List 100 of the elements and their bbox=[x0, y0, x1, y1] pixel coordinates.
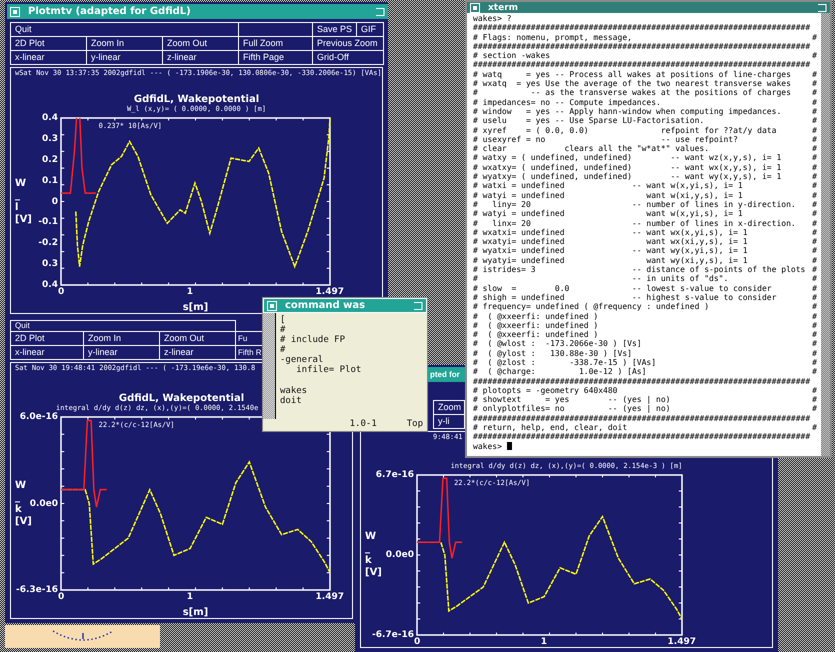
border-char: # bbox=[473, 190, 479, 200]
border-char: # bbox=[473, 172, 479, 182]
terminal-rule: ###################################################################### bbox=[473, 432, 812, 442]
menu-button[interactable]: y-li bbox=[433, 414, 465, 429]
terminal-line: watyi = undefined want w(xi,y,s), i= 1 bbox=[482, 190, 744, 200]
border-char: # bbox=[473, 79, 479, 88]
editor-line: # bbox=[280, 325, 286, 335]
border-char: # bbox=[812, 228, 817, 238]
border-char: # bbox=[473, 386, 479, 396]
terminal-line: watxi = undefined -- want w(x,yi,s), i= 1 bbox=[482, 181, 743, 191]
scroll-position: Top bbox=[406, 419, 423, 429]
window-menu-icon[interactable] bbox=[470, 2, 480, 12]
y-tick-label: 0.4 bbox=[42, 280, 58, 290]
border-char: # bbox=[812, 256, 817, 266]
window-menu-icon[interactable] bbox=[267, 300, 277, 310]
terminal-line: impedances= no -- Compute impedances. bbox=[482, 98, 662, 107]
border-char: # bbox=[812, 88, 817, 98]
menu-button[interactable]: Quit bbox=[10, 22, 239, 37]
border-char: # bbox=[473, 358, 479, 368]
x-tick-label: 0 bbox=[58, 592, 64, 602]
border-char: # bbox=[473, 32, 479, 42]
menu-button[interactable]: Grid-Off bbox=[312, 50, 384, 65]
border-char: # bbox=[473, 404, 479, 414]
x-axis-label: s[m] bbox=[182, 607, 208, 618]
border-char: # bbox=[473, 395, 479, 404]
border-char: # bbox=[812, 144, 817, 154]
maximize-icon[interactable] bbox=[375, 6, 385, 16]
terminal-line: frequency= undefined ( @frequency : undefined ) bbox=[482, 302, 710, 312]
window-menu-icon[interactable] bbox=[10, 6, 20, 16]
border-char: # bbox=[473, 274, 479, 284]
terminal-line: istrides= 3 -- distance of s-points of the plots bbox=[482, 265, 806, 274]
border-char: # bbox=[473, 134, 479, 144]
menu-button[interactable]: Quit bbox=[10, 320, 236, 332]
x-tick-label: 1.497 bbox=[316, 592, 344, 602]
terminal-line: -- in units of "ds". bbox=[630, 274, 728, 284]
border-char: # bbox=[812, 79, 817, 88]
terminal-line: window = yes -- Apply hann-window when computing impedances. bbox=[482, 106, 782, 116]
x-tick-label: 1.497 bbox=[668, 637, 696, 647]
scrollbar[interactable] bbox=[821, 13, 830, 456]
border-char: # bbox=[473, 126, 479, 135]
terminal-line: clear clears all the "w*at*" values. bbox=[482, 144, 710, 154]
y-tick-label: 0.3 bbox=[42, 134, 58, 144]
border-char: # bbox=[812, 218, 817, 228]
border-char: # bbox=[812, 284, 817, 293]
y-tick-label: 0.1 bbox=[42, 176, 58, 186]
scrollbar[interactable] bbox=[263, 313, 276, 419]
x-tick-label: 1 bbox=[186, 287, 194, 297]
border-char: # bbox=[812, 200, 817, 210]
border-char: # bbox=[473, 200, 479, 210]
border-char: # bbox=[812, 386, 817, 396]
terminal-line: linx= 20 -- number of lines in x-direction. bbox=[491, 218, 797, 228]
shell-prompt: wakes> ? bbox=[473, 14, 512, 24]
editor-line: # include FP bbox=[280, 335, 346, 345]
y-tick-label: 0 bbox=[52, 196, 58, 206]
border-char: # bbox=[812, 172, 817, 182]
menu-button[interactable]: x-linear bbox=[10, 345, 84, 360]
terminal-line: wxatxi= undefined -- want wx(x,yi,s), i= 1 bbox=[482, 228, 749, 238]
border-char: # bbox=[473, 367, 479, 377]
y-tick-label: -6.3e-16 bbox=[16, 585, 58, 595]
y-tick-label: 0.2 bbox=[42, 154, 58, 165]
border-char: # bbox=[812, 367, 817, 377]
editor-line: wakes bbox=[280, 386, 308, 396]
border-char: # bbox=[812, 106, 817, 116]
border-char: # bbox=[812, 181, 817, 191]
border-char: # bbox=[473, 284, 479, 293]
terminal-line: wyatyi= undefined want wy(xi,y,s), i= 1 bbox=[482, 256, 749, 265]
border-char: # bbox=[473, 265, 479, 274]
border-char: # bbox=[473, 339, 479, 349]
border-char: # bbox=[812, 162, 817, 172]
menu-button[interactable]: x-linear bbox=[10, 50, 87, 65]
terminal-line: wxatxy= ( undefined, undefined) -- want wx(x,y,s), i= 1 bbox=[482, 162, 782, 172]
border-char: # bbox=[812, 190, 817, 200]
border-char: # bbox=[473, 228, 479, 238]
window-title: xterm bbox=[488, 2, 520, 12]
editor-line: [ bbox=[280, 315, 286, 325]
border-char: # bbox=[812, 70, 817, 80]
border-char: # bbox=[473, 348, 479, 358]
window-title: Plotmtv (adapted for GdfidL) bbox=[28, 6, 192, 17]
x-tick-label: 1.497 bbox=[316, 287, 344, 297]
border-char: # bbox=[812, 404, 817, 414]
terminal-line: wxatyi= undefined want wx(xi,y,s), i= 1 bbox=[482, 237, 749, 246]
border-char: # bbox=[473, 51, 479, 60]
terminal-line: uselu = yes -- Use Sparse LU-Factorisation. bbox=[482, 116, 704, 126]
terminal-line: watq = yes -- Process all wakes at positions of line-charges bbox=[482, 70, 792, 80]
terminal-line: ( @xxeerfi: undefined ) bbox=[486, 330, 600, 340]
x-tick-label: 1 bbox=[186, 592, 194, 602]
border-char: # bbox=[473, 153, 479, 163]
maximize-icon[interactable] bbox=[413, 300, 423, 310]
border-char: # bbox=[473, 312, 479, 321]
border-char: # bbox=[473, 116, 479, 126]
menu-button[interactable]: GIF bbox=[356, 22, 384, 37]
terminal-line: -- as the transverse wakes at the positions of charges bbox=[530, 88, 792, 98]
border-char: # bbox=[812, 395, 817, 404]
terminal-line: wxatq = yes Use the average of the two nearest transverse wakes bbox=[482, 79, 792, 88]
maximize-icon[interactable] bbox=[817, 2, 827, 12]
border-char: # bbox=[812, 98, 817, 107]
border-char: # bbox=[473, 218, 479, 228]
border-char: # bbox=[812, 423, 817, 432]
border-char: # bbox=[473, 246, 479, 256]
terminal-line: showtext = yes -- (yes | no) bbox=[482, 395, 672, 404]
